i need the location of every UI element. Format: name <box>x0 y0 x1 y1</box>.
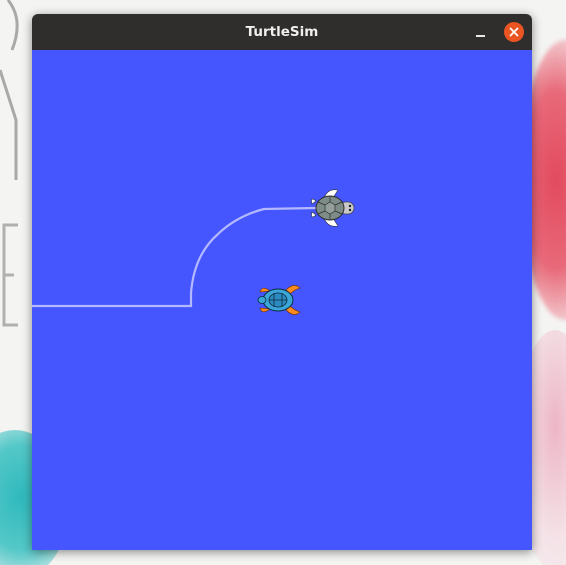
turtle-icon <box>257 285 301 315</box>
window-title: TurtleSim <box>245 24 319 40</box>
turtle-canvas <box>32 50 532 550</box>
close-icon <box>509 27 519 37</box>
minimize-button[interactable] <box>472 23 490 41</box>
minimize-icon <box>476 35 485 37</box>
turtlesim-window: TurtleSim <box>32 14 532 550</box>
turtle-icon <box>311 189 355 227</box>
wallpaper-letters-graphic <box>0 0 19 327</box>
close-button[interactable] <box>504 22 524 42</box>
title-bar[interactable]: TurtleSim <box>32 14 532 50</box>
